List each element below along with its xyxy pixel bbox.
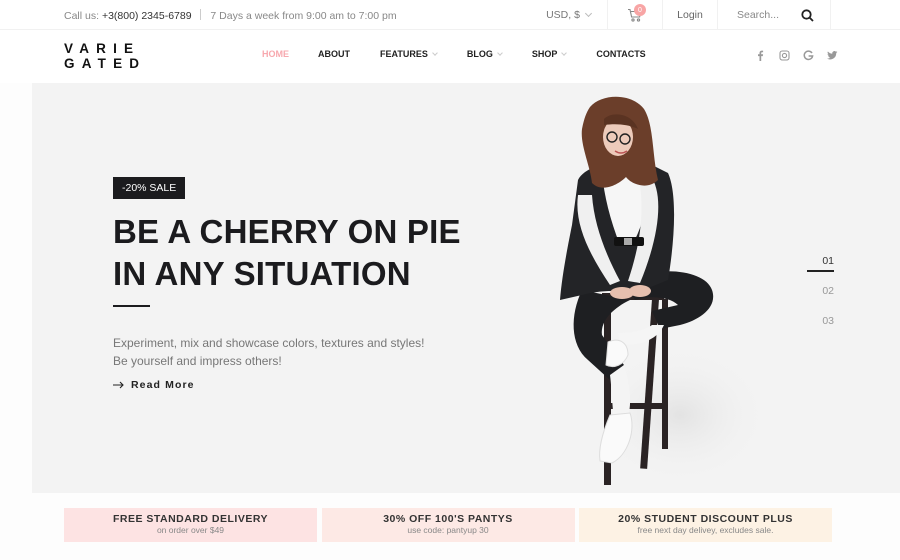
chevron-down-icon [561,49,568,56]
nav-label: SHOP [531,49,558,59]
nav-label: FEATURES [380,49,428,59]
currency-selector[interactable]: USD, $ [530,0,607,30]
main-nav: HOME ABOUT FEATURES BLOG SHOP CONTACTS [262,49,646,59]
sale-badge: -20% SALE [113,177,186,199]
twitter-link[interactable] [820,48,844,62]
phone-number[interactable]: +3(800) 2345-6789 [102,10,192,22]
slide-dot-02[interactable]: 02 [802,285,834,315]
divider [200,9,202,20]
headline-line-1: BE A CHERRY ON PIE [113,213,461,250]
read-more-label: Read More [131,379,195,391]
search-icon[interactable] [801,8,814,22]
search-input[interactable] [737,9,797,21]
social-links [748,48,844,62]
arrow-right-icon [113,381,124,389]
nav-features[interactable]: FEATURES [380,49,438,59]
instagram-link[interactable] [772,48,796,62]
chevron-down-icon [497,49,503,56]
hero-description: Experiment, mix and showcase colors, tex… [113,334,424,370]
slide-dot-03[interactable]: 03 [802,315,834,345]
promo-title: FREE STANDARD DELIVERY [112,513,269,525]
nav-label: ABOUT [318,49,350,59]
promo-student-discount[interactable]: 20% STUDENT DISCOUNT PLUS free next day … [579,508,832,542]
nav-blog[interactable]: BLOG [466,49,503,59]
slide-dot-01[interactable]: 01 [802,255,834,285]
opening-hours: 7 Days a week from 9:00 am to 7:00 pm [210,10,397,22]
promo-pantys-discount[interactable]: 30% OFF 100'S PANTYS use code: pantyup 3… [321,508,575,542]
call-label: Call us: [64,10,100,22]
facebook-icon [757,50,763,61]
promo-subtitle: use code: pantyup 30 [407,525,489,535]
read-more-link[interactable]: Read More [113,379,195,391]
promo-title: 20% STUDENT DISCOUNT PLUS [618,513,793,525]
chevron-down-icon [432,49,438,56]
logo[interactable]: VARIE GATED [64,41,146,71]
headline-divider [113,305,150,307]
cart-button[interactable]: 0 [607,0,662,30]
nav-label: HOME [262,49,289,59]
logo-line-2: GATED [64,56,147,71]
google-icon [803,49,813,60]
headline-line-2: IN ANY SITUATION [113,255,411,292]
nav-home[interactable]: HOME [262,49,289,59]
promo-subtitle: free next day delivey, excludes sale. [637,525,774,535]
hero-headline: BE A CHERRY ON PIE IN ANY SITUATION [113,211,461,295]
nav-label: CONTACTS [596,49,646,59]
slide-pager: 01 02 03 [802,255,834,345]
currency-value: USD, $ [546,9,580,21]
description-line-2: Be yourself and impress others! [113,354,282,368]
promo-subtitle: on order over $49 [156,525,225,535]
hero-model-image [560,96,760,485]
main-header: VARIE GATED HOME ABOUT FEATURES BLOG SHO… [0,30,900,83]
nav-about[interactable]: ABOUT [318,49,350,59]
nav-shop[interactable]: SHOP [531,49,568,59]
login-link[interactable]: Login [662,0,717,30]
chevron-down-icon [584,9,592,18]
nav-label: BLOG [466,49,493,59]
google-link[interactable] [796,48,820,62]
instagram-icon [778,49,790,61]
logo-line-1: VARIE [64,41,141,56]
description-line-1: Experiment, mix and showcase colors, tex… [113,336,425,350]
contact-info: Call us: +3(800) 2345-6789 7 Days a week… [64,9,397,22]
twitter-icon [826,50,837,59]
promo-title: 30% OFF 100'S PANTYS [383,513,513,525]
search-box [717,0,831,30]
top-bar: Call us: +3(800) 2345-6789 7 Days a week… [0,0,900,30]
promo-banners: FREE STANDARD DELIVERY on order over $49… [64,508,832,542]
nav-contacts[interactable]: CONTACTS [596,49,645,59]
cart-count-badge: 0 [634,4,646,16]
hero-slider: -20% SALE BE A CHERRY ON PIE IN ANY SITU… [32,83,900,493]
promo-free-delivery[interactable]: FREE STANDARD DELIVERY on order over $49 [64,508,317,542]
facebook-link[interactable] [748,48,772,62]
